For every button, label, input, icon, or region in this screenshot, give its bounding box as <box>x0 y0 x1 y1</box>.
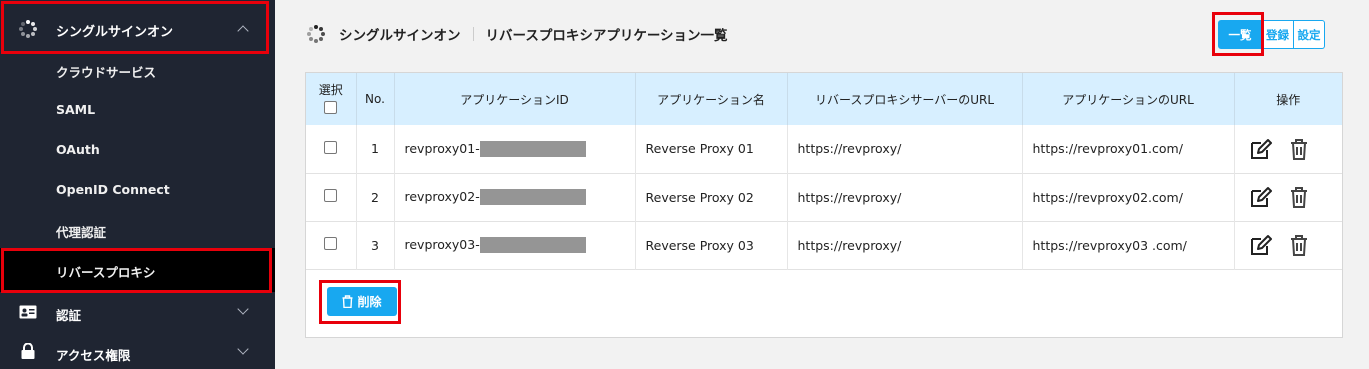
table-row: 1 revproxy01- Reverse Proxy 01 https://r… <box>306 125 1342 173</box>
sidebar: シングルサインオン クラウドサービス SAML OAuth OpenID Con… <box>0 0 275 369</box>
id-card-icon <box>19 305 37 319</box>
row-app-url: https://revproxy02.com/ <box>1022 173 1235 221</box>
redaction-box <box>479 237 586 254</box>
row-no: 2 <box>356 173 395 221</box>
main-content: シングルサインオン リバースプロキシアプリケーション一覧 一覧 登録 設定 選択… <box>275 0 1369 369</box>
col-proxy-url: リバースプロキシサーバーのURL <box>787 73 1023 125</box>
table-header-row: 選択 No. アプリケーションID アプリケーション名 リバースプロキシサーバー… <box>306 73 1342 125</box>
sidebar-item-reverse-proxy[interactable]: リバースプロキシ <box>0 248 275 293</box>
col-app-name: アプリケーション名 <box>635 73 788 125</box>
row-app-url: https://revproxy01.com/ <box>1022 125 1235 173</box>
redaction-box <box>479 141 586 157</box>
highlight-box <box>319 280 401 324</box>
highlight-box <box>1 1 269 54</box>
row-app-name: Reverse Proxy 03 <box>635 221 788 269</box>
page-title-sub: リバースプロキシアプリケーション一覧 <box>485 28 728 44</box>
highlight-box <box>1 248 272 293</box>
row-proxy-url: https://revproxy/ <box>787 221 1023 269</box>
spinner-icon <box>307 25 325 43</box>
redaction-box <box>479 189 586 206</box>
row-proxy-url: https://revproxy/ <box>787 125 1023 173</box>
row-checkbox[interactable] <box>324 237 338 250</box>
sidebar-group-label: アクセス権限 <box>56 348 131 363</box>
row-app-name: Reverse Proxy 02 <box>635 173 788 221</box>
table-row: 3 revproxy03- Reverse Proxy 03 https://r… <box>306 221 1342 269</box>
edit-icon[interactable] <box>1249 234 1273 256</box>
sidebar-item-saml[interactable]: SAML <box>0 90 275 130</box>
select-all-checkbox[interactable] <box>324 101 338 114</box>
col-app-url: アプリケーションのURL <box>1022 73 1235 125</box>
view-button-group: 一覧 登録 設定 <box>1212 12 1325 56</box>
sidebar-item-label: SAML <box>56 102 96 117</box>
sidebar-item-proxy-auth[interactable]: 代理認証 <box>0 210 275 250</box>
sidebar-group-access[interactable]: アクセス権限 <box>0 333 275 369</box>
sidebar-group-auth[interactable]: 認証 <box>0 293 275 333</box>
register-button[interactable]: 登録 <box>1262 20 1294 49</box>
row-app-name: Reverse Proxy 01 <box>635 125 788 173</box>
trash-icon[interactable] <box>1290 186 1308 208</box>
row-app-url: https://revproxy03 .com/ <box>1022 221 1235 269</box>
page-title: シングルサインオン リバースプロキシアプリケーション一覧 <box>307 24 728 44</box>
chevron-down-icon[interactable] <box>237 303 249 315</box>
settings-button[interactable]: 設定 <box>1294 20 1325 49</box>
sidebar-item-cloud-service[interactable]: クラウドサービス <box>0 50 275 90</box>
highlight-box <box>1212 12 1264 56</box>
row-no: 3 <box>356 221 395 269</box>
col-no: No. <box>356 73 395 125</box>
sidebar-group-label: 認証 <box>56 308 82 323</box>
edit-icon[interactable] <box>1249 138 1273 160</box>
page-title-section: シングルサインオン <box>339 28 461 44</box>
col-app-id: アプリケーションID <box>394 73 636 125</box>
sidebar-item-oauth[interactable]: OAuth <box>0 130 275 170</box>
edit-icon[interactable] <box>1249 186 1273 208</box>
row-checkbox[interactable] <box>324 140 338 154</box>
row-no: 1 <box>356 125 395 173</box>
sidebar-item-label: OAuth <box>56 142 100 157</box>
sidebar-item-label: クラウドサービス <box>56 65 157 80</box>
row-app-id: revproxy02- <box>404 188 480 204</box>
app-table: 選択 No. アプリケーションID アプリケーション名 リバースプロキシサーバー… <box>306 73 1342 270</box>
sidebar-item-label: OpenID Connect <box>56 182 170 197</box>
trash-icon[interactable] <box>1290 234 1308 256</box>
row-proxy-url: https://revproxy/ <box>787 173 1023 221</box>
col-select-label: 選択 <box>318 83 343 97</box>
lock-icon <box>21 343 35 359</box>
sidebar-item-label: 代理認証 <box>56 225 107 240</box>
app-list-panel: 選択 No. アプリケーションID アプリケーション名 リバースプロキシサーバー… <box>305 72 1343 338</box>
title-separator <box>472 27 474 41</box>
chevron-down-icon[interactable] <box>237 343 249 355</box>
sidebar-item-openid-connect[interactable]: OpenID Connect <box>0 170 275 210</box>
row-checkbox[interactable] <box>324 189 338 202</box>
col-select: 選択 <box>306 73 357 125</box>
row-app-id: revproxy03- <box>404 236 480 252</box>
row-app-id: revproxy01- <box>404 140 480 156</box>
col-ops: 操作 <box>1276 92 1301 107</box>
trash-icon[interactable] <box>1290 138 1308 160</box>
table-row: 2 revproxy02- Reverse Proxy 02 https://r… <box>306 173 1342 221</box>
